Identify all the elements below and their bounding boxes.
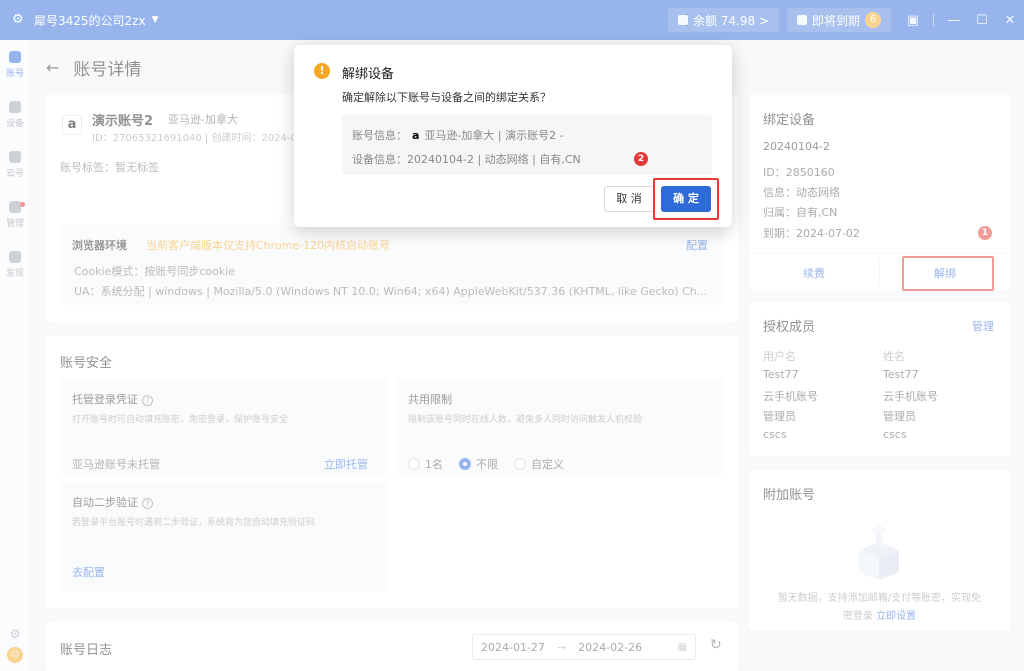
highlight-box (653, 178, 719, 220)
amazon-logo-icon: a (412, 129, 420, 142)
device-info-line: 设备信息：20240104-2 | 动态网络 | 自有,CN (352, 153, 581, 166)
warning-icon: ! (314, 63, 330, 79)
unbind-device-dialog: ! 解绑设备 确定解除以下账号与设备之间的绑定关系？ 账号信息： a 亚马逊-加拿大… (294, 45, 732, 227)
step-marker-2: 2 (634, 152, 648, 166)
dialog-message: 确定解除以下账号与设备之间的绑定关系？ (342, 91, 551, 104)
dialog-title: 解绑设备 (342, 67, 395, 82)
cancel-button[interactable]: 取 消 (604, 186, 654, 212)
account-info-line: 账号信息： a 亚马逊-加拿大 | 演示账号2 - (352, 129, 564, 142)
dialog-info-box: 账号信息： a 亚马逊-加拿大 | 演示账号2 - 设备信息：20240104-2 … (342, 115, 712, 175)
